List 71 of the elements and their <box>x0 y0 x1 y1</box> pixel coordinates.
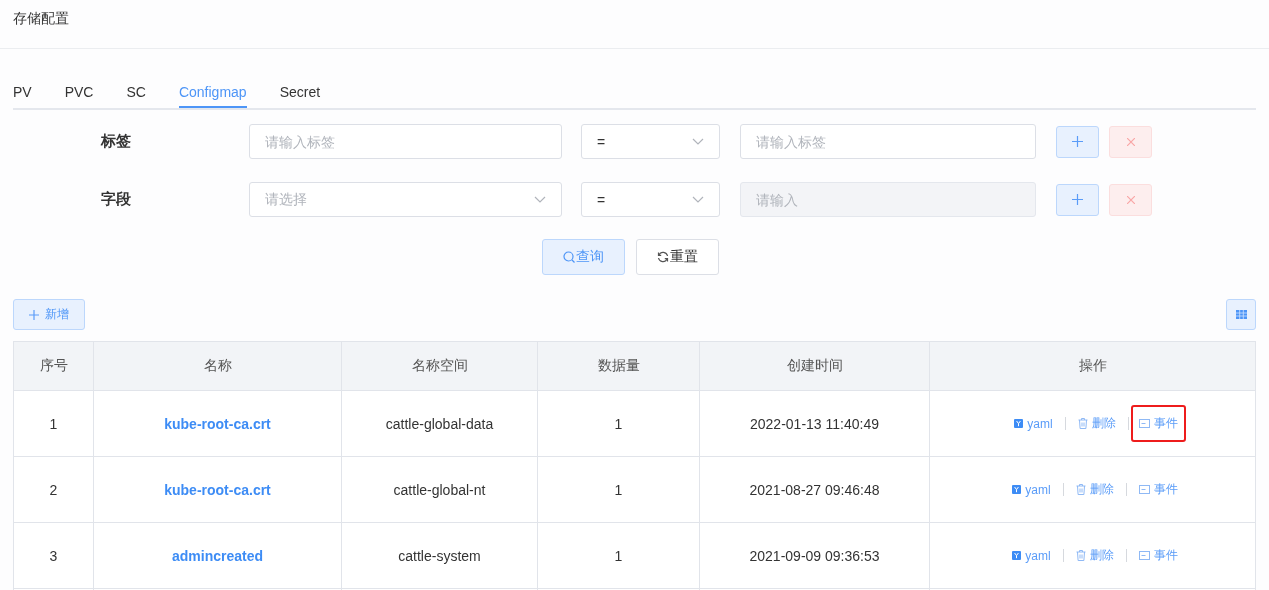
column-header: 操作 <box>929 341 1256 391</box>
table-cell: 2021-08-27 09:46:48 <box>699 456 930 523</box>
tab[interactable]: SC <box>126 78 146 108</box>
events-link[interactable]: 事件 <box>1134 545 1182 566</box>
select-field[interactable]: 请选择 <box>249 182 562 217</box>
input-field[interactable]: 请输入标签 <box>249 124 562 159</box>
trash-icon <box>1075 550 1086 561</box>
table-cell: 2 <box>13 456 94 523</box>
column-header: 序号 <box>13 341 94 391</box>
table-cell: cattle-global-data <box>341 390 538 457</box>
yaml-link[interactable]: yaml <box>1008 546 1055 565</box>
yaml-icon <box>1012 551 1022 560</box>
column-header: 名称 <box>93 341 342 391</box>
trash-icon <box>1075 484 1086 495</box>
name-link[interactable]: admincreated <box>171 547 263 564</box>
input-field[interactable]: 请输入标签 <box>740 124 1036 159</box>
table-cell: 3 <box>13 522 94 589</box>
delete-link[interactable]: 删除 <box>1073 413 1120 434</box>
card-icon <box>1138 419 1150 428</box>
refresh-icon <box>657 251 669 263</box>
table-cell: 2022-01-13 11:40:49 <box>699 390 930 457</box>
table-cell: cattle-global-nt <box>341 456 538 523</box>
trash-icon <box>1077 418 1088 429</box>
table-cell: cattle-system <box>341 522 538 589</box>
query-button[interactable]: 查询 <box>542 239 625 275</box>
column-header: 创建时间 <box>699 341 930 391</box>
tab[interactable]: PV <box>13 78 32 108</box>
chevron-icon <box>534 195 546 204</box>
events-link[interactable]: 事件 <box>1130 405 1186 442</box>
chevron-icon <box>692 195 704 204</box>
operator-select[interactable]: = <box>581 124 720 159</box>
chevron-icon <box>692 137 704 146</box>
filter-label: 字段 <box>100 190 132 209</box>
add-button[interactable]: 新增 <box>13 299 85 330</box>
name-link[interactable]: kube-root-ca.crt <box>164 481 271 498</box>
delete-link[interactable]: 删除 <box>1071 545 1118 566</box>
name-link[interactable]: kube-root-ca.crt <box>164 415 271 432</box>
remove-button[interactable] <box>1109 125 1152 158</box>
add-button[interactable] <box>1056 125 1099 158</box>
filter-label: 标签 <box>99 132 132 151</box>
tab[interactable]: Configmap <box>178 78 247 108</box>
card-icon <box>1138 485 1150 494</box>
column-header: 数据量 <box>537 341 700 391</box>
remove-button[interactable] <box>1109 183 1152 216</box>
plus-icon <box>1072 194 1083 205</box>
operator-select[interactable]: = <box>581 182 720 217</box>
close-icon <box>1126 195 1135 204</box>
close-icon <box>1126 137 1135 146</box>
yaml-link[interactable]: yaml <box>1010 414 1057 433</box>
delete-link[interactable]: 删除 <box>1071 479 1118 500</box>
yaml-icon <box>1012 485 1022 494</box>
table-cell: 1 <box>13 390 94 457</box>
reset-button[interactable]: 重置 <box>636 239 719 275</box>
tab[interactable]: Secret <box>279 78 321 108</box>
search-icon <box>563 251 575 263</box>
yaml-link[interactable]: yaml <box>1008 480 1055 499</box>
table-cell: 1 <box>537 456 700 523</box>
tab[interactable]: PVC <box>64 78 94 108</box>
plus-icon <box>29 309 39 320</box>
card-icon <box>1138 551 1150 560</box>
plus-icon <box>1072 136 1083 147</box>
table-cell: 1 <box>537 390 700 457</box>
column-header: 名称空间 <box>341 341 538 391</box>
events-link[interactable]: 事件 <box>1134 479 1182 500</box>
grid-icon <box>1235 310 1247 319</box>
table-cell: 1 <box>537 522 700 589</box>
column-settings-button[interactable] <box>1226 299 1256 330</box>
add-button[interactable] <box>1056 183 1099 216</box>
yaml-icon <box>1014 419 1024 428</box>
table-cell: 2021-09-09 09:36:53 <box>699 522 930 589</box>
page-title: 存储配置 <box>13 10 69 26</box>
